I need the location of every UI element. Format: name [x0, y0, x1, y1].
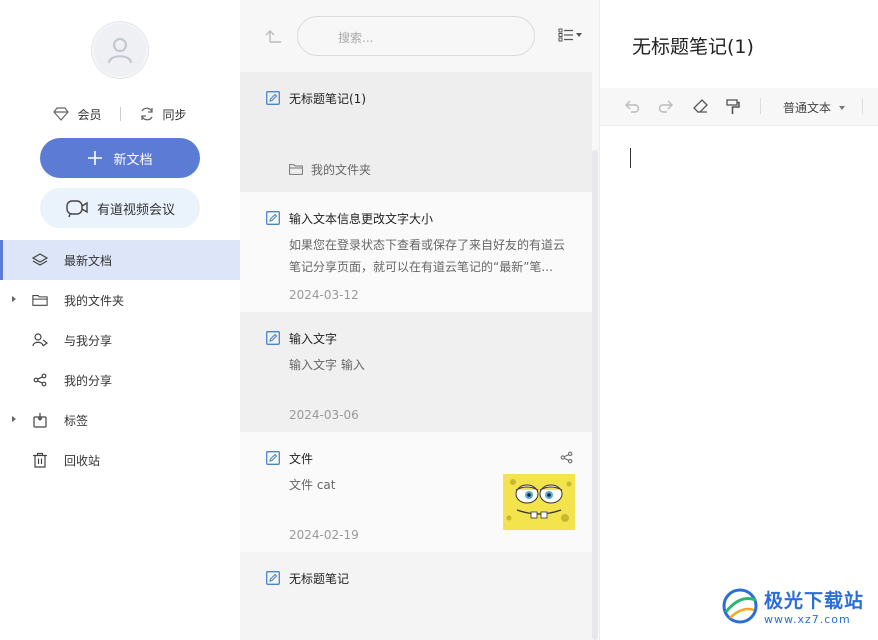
- note-item[interactable]: 输入文本信息更改文字大小 如果您在登录状态下查看或保存了来自好友的有道云笔记分享…: [240, 192, 592, 312]
- sidebar-item-my-shares[interactable]: 我的分享: [0, 360, 240, 400]
- share-icon: [32, 372, 48, 388]
- folder-icon: [32, 292, 48, 308]
- user-icon: [108, 38, 132, 64]
- note-folder: 我的文件夹: [289, 161, 371, 178]
- expand-caret-icon[interactable]: [12, 296, 16, 302]
- sidebar-item-label: 回收站: [64, 453, 101, 468]
- note-folder-label: 我的文件夹: [311, 163, 372, 177]
- eraser-icon[interactable]: [693, 99, 709, 116]
- member-label: 会员: [77, 107, 102, 122]
- member-link[interactable]: 会员: [53, 106, 102, 123]
- search-placeholder: 搜索...: [338, 31, 374, 45]
- editor-panel: 无标题笔记(1) 普通文本: [599, 0, 878, 640]
- list-header: 搜索...: [240, 0, 599, 72]
- note-list-panel: 搜索... 无标题笔记(1) 我的文件夹 输入文本信息更改文字大小 如果您在登录…: [240, 0, 599, 640]
- layers-icon: [32, 252, 48, 268]
- note-title: 输入文字: [289, 332, 338, 346]
- sidebar-item-tags[interactable]: 标签: [0, 400, 240, 440]
- new-document-label: 新文档: [113, 152, 153, 168]
- note-date: 2024-03-06: [289, 408, 359, 422]
- video-camera-icon: [66, 200, 88, 218]
- sync-label: 同步: [162, 107, 187, 122]
- sidebar-item-my-folders[interactable]: 我的文件夹: [0, 280, 240, 320]
- sync-icon: [140, 107, 153, 121]
- sidebar-item-label: 与我分享: [64, 333, 113, 348]
- note-title: 文件: [289, 452, 314, 466]
- chevron-down-icon: [839, 105, 846, 110]
- note-edit-icon: [266, 331, 280, 348]
- note-edit-icon: [266, 571, 280, 588]
- expand-caret-icon[interactable]: [12, 416, 16, 422]
- tag-icon: [32, 412, 48, 428]
- note-snippet: 如果您在登录状态下查看或保存了来自好友的有道云笔记分享页面，就可以在有道云笔记的…: [289, 238, 566, 274]
- note-item-selected[interactable]: 无标题笔记(1) 我的文件夹: [240, 72, 592, 192]
- paragraph-format-select[interactable]: 普通文本: [783, 99, 846, 116]
- sidebar: 会员 同步 新文档 有道视频会议 最新文档 我的文件夹 与我分享 我的分享 标签…: [0, 0, 240, 640]
- list-scrollbar[interactable]: [592, 150, 598, 640]
- list-view-icon: [558, 28, 573, 42]
- sidebar-item-label: 标签: [64, 413, 89, 428]
- note-date: 2024-03-12: [289, 288, 359, 302]
- sidebar-item-label: 我的文件夹: [64, 293, 125, 308]
- shared-with-me-icon: [32, 332, 48, 348]
- new-document-button[interactable]: 新文档: [40, 138, 200, 178]
- note-title: 无标题笔记: [289, 572, 350, 586]
- toolbar-divider: [760, 98, 761, 114]
- diamond-icon: [53, 107, 70, 121]
- sidebar-item-latest[interactable]: 最新文档: [0, 240, 240, 280]
- trash-icon: [32, 452, 48, 468]
- folder-icon: [289, 164, 303, 175]
- sync-button[interactable]: 同步: [139, 106, 187, 123]
- sidebar-item-label: 我的分享: [64, 373, 113, 388]
- note-item[interactable]: 文件 文件 cat 2024-02-19: [240, 432, 592, 552]
- site-watermark: 极光下载站 www.xz7.com: [720, 586, 864, 626]
- video-meeting-button[interactable]: 有道视频会议: [40, 188, 200, 228]
- plus-icon: [88, 151, 103, 165]
- search-input[interactable]: 搜索...: [297, 16, 535, 56]
- note-item[interactable]: 无标题笔记: [240, 552, 592, 640]
- note-title: 无标题笔记(1): [289, 92, 366, 106]
- brand-logo-icon: [722, 588, 758, 624]
- back-up-icon[interactable]: [264, 28, 282, 47]
- sidebar-nav: 最新文档 我的文件夹 与我分享 我的分享 标签 回收站: [0, 240, 240, 480]
- sidebar-item-label: 最新文档: [64, 253, 113, 268]
- watermark-brand: 极光下载站: [764, 590, 865, 612]
- sidebar-item-trash[interactable]: 回收站: [0, 440, 240, 480]
- watermark-url: www.xz7.com: [764, 613, 851, 626]
- chevron-down-icon: [576, 33, 582, 37]
- format-painter-icon[interactable]: [726, 99, 740, 118]
- note-edit-icon: [266, 91, 280, 108]
- paragraph-format-value: 普通文本: [783, 101, 832, 115]
- avatar[interactable]: [92, 22, 148, 78]
- redo-icon[interactable]: [658, 99, 674, 116]
- divider: [119, 107, 121, 121]
- note-snippet: 输入文字 输入: [289, 358, 365, 372]
- note-thumbnail-image: [503, 474, 575, 530]
- note-title: 输入文本信息更改文字大小: [289, 212, 434, 226]
- editor-toolbar: 普通文本: [600, 88, 878, 126]
- sidebar-item-shared-with-me[interactable]: 与我分享: [0, 320, 240, 360]
- undo-icon[interactable]: [624, 99, 640, 116]
- toolbar-divider: [862, 98, 863, 114]
- note-item[interactable]: 输入文字 输入文字 输入 2024-03-06: [240, 312, 592, 432]
- account-row: 会员 同步: [0, 104, 240, 124]
- share-icon[interactable]: [560, 451, 573, 467]
- text-cursor: [630, 148, 631, 168]
- view-mode-toggle[interactable]: [558, 28, 582, 42]
- note-edit-icon: [266, 451, 280, 468]
- video-meeting-label: 有道视频会议: [96, 202, 175, 218]
- note-title-field[interactable]: 无标题笔记(1): [632, 32, 754, 59]
- note-edit-icon: [266, 211, 280, 228]
- note-date: 2024-02-19: [289, 528, 359, 542]
